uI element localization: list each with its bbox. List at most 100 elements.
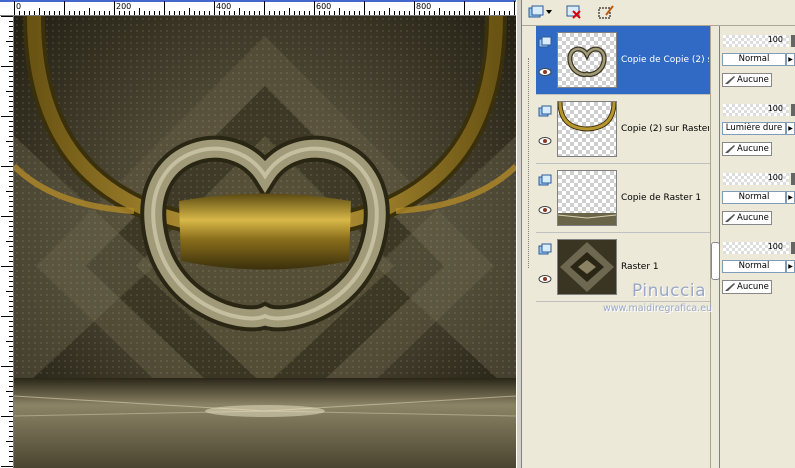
ruler-tick [274, 11, 275, 15]
ruler-tick [9, 326, 13, 327]
ruler-tick [314, 1, 315, 15]
ruler-tick [374, 11, 375, 15]
layer-thumbnail [557, 101, 617, 157]
ruler-tick [9, 376, 13, 377]
ruler-tick [369, 11, 370, 15]
layer-name[interactable]: Copie de Raster 1 [621, 193, 709, 203]
blend-mode-arrow-icon[interactable]: ▶ [786, 260, 795, 273]
opacity-slider[interactable]: 100 [723, 104, 789, 116]
ruler-tick [489, 8, 490, 15]
mask-button[interactable]: Aucune [722, 211, 772, 225]
layer-thumbnail [557, 170, 617, 226]
ruler-tick [309, 11, 310, 15]
ruler-tick [9, 131, 13, 132]
ruler-tick [289, 8, 290, 15]
ruler-tick [9, 221, 13, 222]
ruler-tick [9, 126, 13, 127]
mask-label: Aucune [737, 75, 769, 85]
ruler-tick [174, 11, 175, 15]
blend-mode-select[interactable]: Normal [722, 53, 786, 66]
mask-button[interactable]: Aucune [722, 73, 772, 87]
ruler-tick [144, 11, 145, 15]
ruler-tick [9, 196, 13, 197]
ruler-tick [379, 11, 380, 15]
ruler-tick [9, 51, 13, 52]
ruler-guide-line [0, 0, 516, 2]
ruler-tick [9, 411, 13, 412]
ruler-tick [6, 41, 13, 42]
ruler-tick [304, 11, 305, 15]
ruler-label: 0 [16, 2, 22, 11]
opacity-slider[interactable]: 100 [723, 173, 789, 185]
ruler-tick [114, 1, 115, 15]
layer-properties-row: 100 Normal ▶ Aucune [720, 233, 795, 301]
ruler-tick [514, 1, 515, 15]
visibility-eye-icon[interactable] [538, 136, 552, 146]
opacity-slider[interactable]: 100 [723, 35, 789, 47]
ruler-tick [444, 11, 445, 15]
ruler-tick [429, 11, 430, 15]
pen-icon [725, 283, 735, 291]
blend-mode-select[interactable]: Lumière dure [722, 122, 786, 135]
group-connector [528, 58, 530, 268]
ruler-tick [9, 26, 13, 27]
blend-mode-arrow-icon[interactable]: ▶ [786, 53, 795, 66]
layer-row[interactable]: Copie (2) sur Raster 1 [536, 95, 710, 163]
opacity-grip[interactable] [791, 242, 795, 254]
ruler-tick [99, 11, 100, 15]
ruler-tick [189, 8, 190, 15]
ruler-tick [9, 381, 13, 382]
mask-button[interactable]: Aucune [722, 280, 772, 294]
blend-mode-arrow-icon[interactable]: ▶ [786, 191, 795, 204]
ruler-tick [9, 71, 13, 72]
ruler-tick [219, 11, 220, 15]
ruler-tick [454, 11, 455, 15]
ruler-tick [509, 11, 510, 15]
visibility-eye-icon[interactable] [538, 274, 552, 284]
ruler-tick [394, 11, 395, 15]
layer-type-icon [538, 36, 552, 48]
ruler-tick [249, 11, 250, 15]
dropdown-arrow-icon[interactable] [544, 3, 554, 21]
visibility-eye-icon[interactable] [538, 67, 552, 77]
ruler-tick [9, 396, 13, 397]
new-layer-icon[interactable] [526, 3, 546, 21]
opacity-grip[interactable] [791, 35, 795, 47]
layer-name[interactable]: Copie de Copie (2) sur [621, 55, 709, 65]
visibility-eye-icon[interactable] [538, 205, 552, 215]
ruler-tick [9, 371, 13, 372]
ruler-tick [449, 11, 450, 15]
artwork [14, 16, 516, 468]
layers-toolbar [522, 0, 795, 26]
mask-button[interactable]: Aucune [722, 142, 772, 156]
blend-mode-arrow-icon[interactable]: ▶ [786, 122, 795, 135]
edit-selection-icon[interactable] [596, 3, 616, 21]
ruler-tick [34, 11, 35, 15]
opacity-slider[interactable]: 100 [723, 242, 789, 254]
layer-name[interactable]: Raster 1 [621, 262, 709, 272]
layer-name[interactable]: Copie (2) sur Raster 1 [621, 124, 709, 134]
ruler-tick [299, 11, 300, 15]
ruler-label: 400 [216, 2, 232, 11]
opacity-grip[interactable] [791, 104, 795, 116]
ruler-tick [19, 11, 20, 15]
ruler-tick [9, 101, 13, 102]
delete-layer-icon[interactable] [564, 3, 584, 21]
blend-mode-select[interactable]: Normal [722, 191, 786, 204]
ruler-tick [39, 8, 40, 15]
ruler-tick [104, 11, 105, 15]
ruler-tick [29, 11, 30, 15]
ruler-tick [409, 11, 410, 15]
opacity-value: 100 [767, 173, 783, 182]
opacity-grip[interactable] [791, 173, 795, 185]
ruler-tick [9, 311, 13, 312]
blend-mode-select[interactable]: Normal [722, 260, 786, 273]
layer-row[interactable]: Copie de Copie (2) sur [536, 26, 710, 94]
ruler-tick [9, 151, 13, 152]
ruler-tick [1, 366, 13, 367]
ruler-tick [294, 11, 295, 15]
image-canvas[interactable] [14, 16, 516, 468]
ruler-tick [129, 11, 130, 15]
ruler-tick [9, 236, 13, 237]
layer-row[interactable]: Copie de Raster 1 [536, 164, 710, 232]
